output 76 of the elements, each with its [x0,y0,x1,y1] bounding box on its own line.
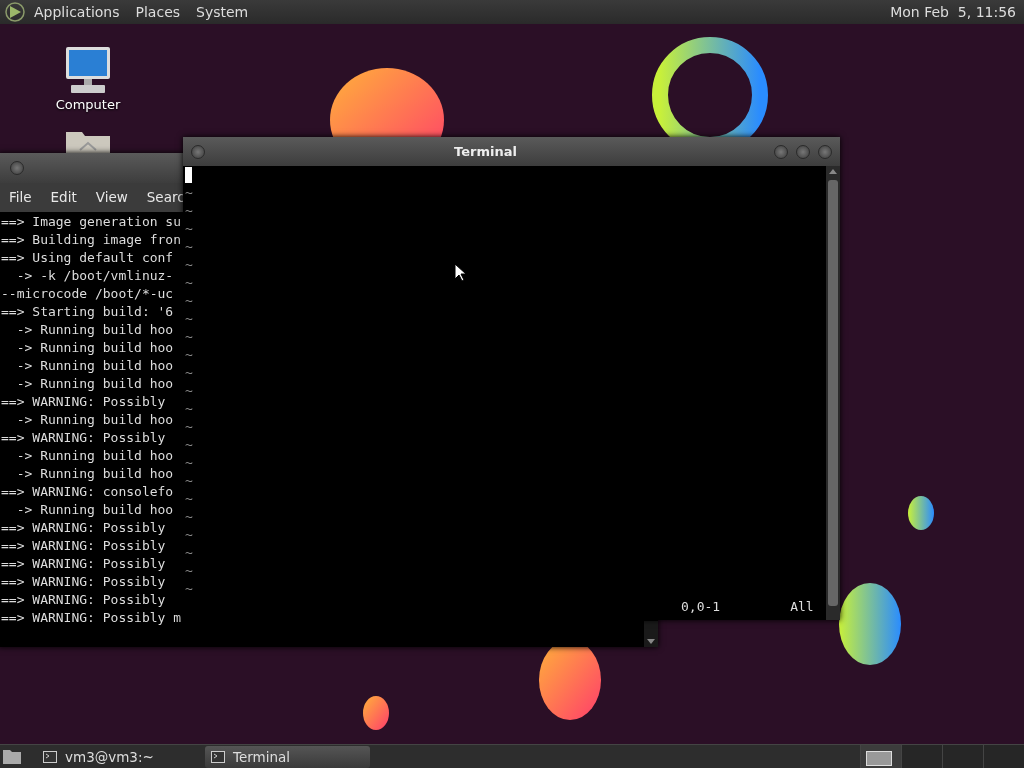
terminal-line: -> Running build hoo [15,411,174,429]
menu-item[interactable]: View [95,187,128,208]
window-button[interactable] [774,144,788,159]
computer-icon[interactable] [63,45,113,95]
empty-line-marker: ~ [185,562,193,580]
empty-line-marker: ~ [185,418,193,436]
empty-line-marker: ~ [185,220,193,238]
show-desktop-icon[interactable] [3,748,21,764]
empty-line-marker: ~ [185,274,193,292]
terminal-line: -> Running build hoo [15,465,174,483]
terminal-line: ==> WARNING: Possibly [1,555,166,573]
empty-line-marker: ~ [185,202,193,220]
panel-menu[interactable]: System [196,0,249,24]
window-thumbnail-icon [866,750,892,766]
terminal-line: ==> Starting build: '6 [1,303,174,321]
empty-line-marker: ~ [185,544,193,562]
empty-line-marker: ~ [185,382,193,400]
menu-item[interactable]: Searc [146,187,185,208]
empty-line-marker: ~ [185,292,193,310]
terminal-line: -> Running build hoo [15,375,174,393]
workspace-switcher[interactable] [860,745,1024,768]
terminal-line: ==> Using default conf [1,249,174,267]
empty-line-marker: ~ [185,310,193,328]
scrollbar[interactable] [644,621,658,647]
terminal-line: ==> WARNING: Possibly [1,537,166,555]
menu-item[interactable]: Edit [50,187,77,208]
window-button[interactable] [818,144,832,159]
terminal-line: -> Running build hoo [15,339,174,357]
empty-line-marker: ~ [185,454,193,472]
empty-line-marker: ~ [185,490,193,508]
terminal-icon [211,751,225,763]
terminal-line: ==> WARNING: Possibly m [1,609,181,627]
taskbar-button[interactable]: Terminal [205,746,370,768]
panel-menu[interactable]: Applications [34,0,120,24]
window-button[interactable] [191,144,205,159]
empty-line-marker: ~ [185,346,193,364]
taskbar-button[interactable]: vm3@vm3:~ [37,746,202,768]
logo-icon[interactable] [4,1,26,23]
window-button[interactable] [796,144,810,159]
terminal-line: ==> WARNING: consolefo [1,483,174,501]
terminal-line: ==> WARNING: Possibly [1,591,166,609]
window-title: Terminal [453,142,518,161]
pointer-icon [454,263,466,282]
terminal-line: -> Running build hoo [15,501,174,519]
terminal-line: ==> Image generation su [1,213,181,231]
clock[interactable]: Mon Feb 5, 11:56 [890,0,1016,24]
terminal-line: ==> WARNING: Possibly [1,393,166,411]
menu-item[interactable]: File [9,187,32,208]
empty-line-marker: ~ [185,184,193,200]
window-button[interactable] [10,161,24,175]
text-cursor [185,167,192,183]
cursor-position: 0,0-1 [681,598,721,616]
terminal-line: ==> WARNING: Possibly [1,429,166,447]
terminal-line: --microcode /boot/*-uc [1,285,174,303]
terminal-line: ==> WARNING: Possibly [1,573,166,591]
terminal-line: ==> Building image fron [1,231,181,249]
scroll-position: All [790,598,814,616]
terminal-line: -> Running build hoo [15,357,174,375]
terminal-line: -> -k /boot/vmlinuz- [15,267,174,285]
empty-line-marker: ~ [185,328,193,346]
icon-label[interactable]: Computer [55,95,121,115]
terminal-line: -> Running build hoo [15,447,174,465]
empty-line-marker: ~ [185,472,193,490]
empty-line-marker: ~ [185,364,193,382]
terminal-icon [43,751,57,763]
empty-line-marker: ~ [185,400,193,418]
empty-line-marker: ~ [185,526,193,544]
empty-line-marker: ~ [185,256,193,274]
terminal-line: ==> WARNING: Possibly [1,519,166,537]
empty-line-marker: ~ [185,508,193,526]
scrollbar[interactable] [826,166,840,620]
empty-line-marker: ~ [185,436,193,454]
panel-menu[interactable]: Places [135,0,181,24]
empty-line-marker: ~ [185,238,193,256]
empty-line-marker: ~ [185,580,193,598]
terminal-line: -> Running build hoo [15,321,174,339]
